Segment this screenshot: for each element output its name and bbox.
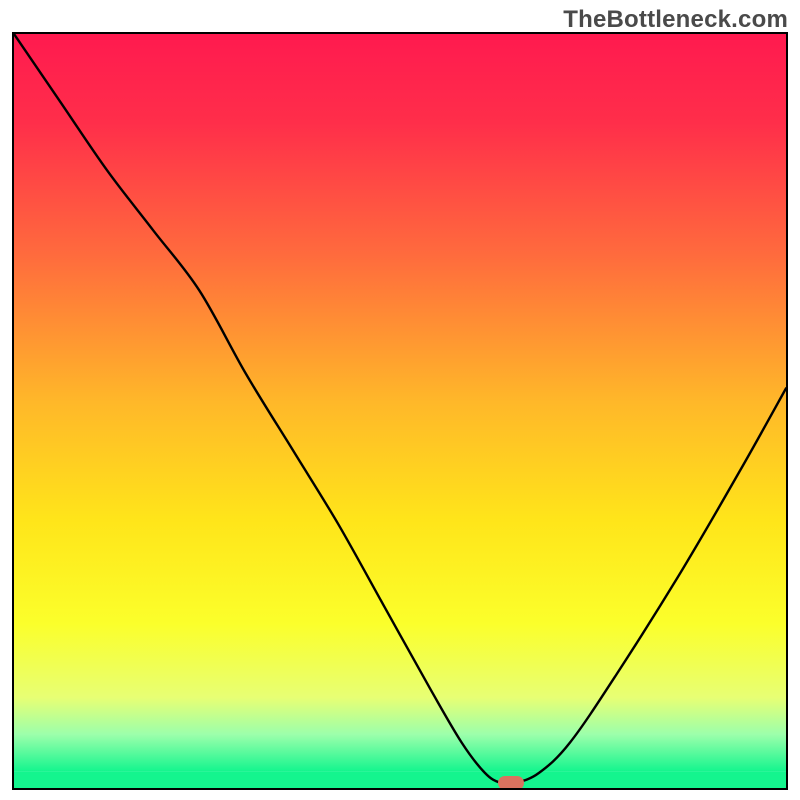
minimum-marker — [498, 776, 524, 790]
green-strip — [14, 771, 786, 788]
watermark-text: TheBottleneck.com — [563, 6, 788, 34]
chart-stage: TheBottleneck.com — [0, 0, 800, 800]
gradient-background — [14, 34, 786, 771]
plot-svg — [14, 34, 786, 788]
plot-frame — [12, 32, 788, 790]
